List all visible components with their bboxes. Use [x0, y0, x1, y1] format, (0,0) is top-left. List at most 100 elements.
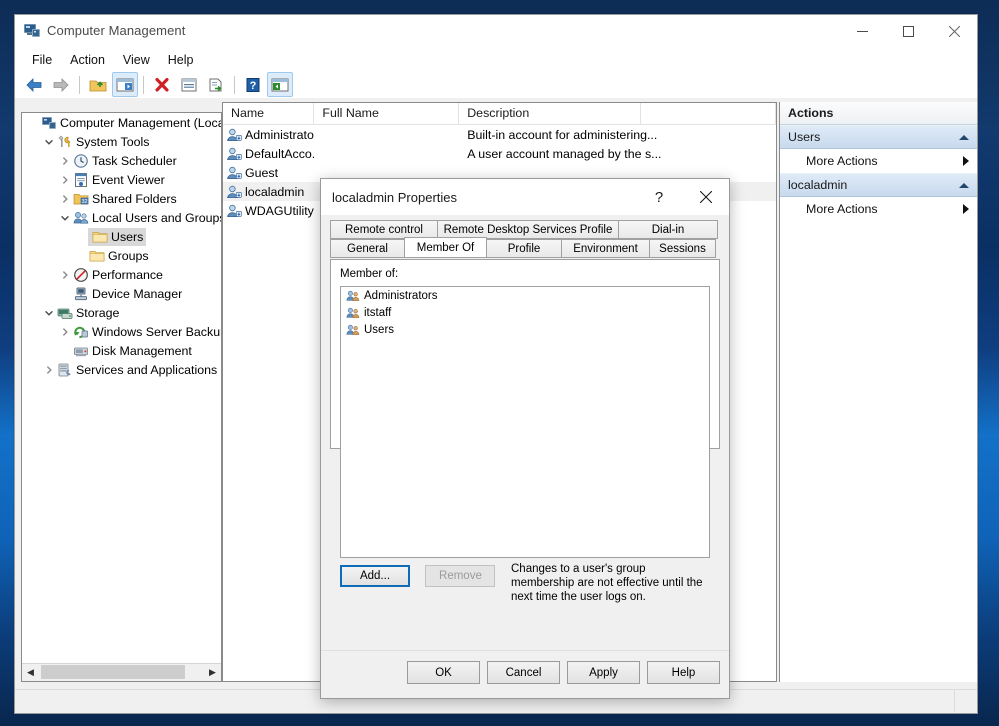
folder-icon	[91, 229, 108, 245]
apply-button[interactable]: Apply	[567, 661, 640, 684]
add-button[interactable]: Add...	[340, 565, 410, 587]
tree-item-label: Storage	[76, 305, 120, 320]
tree-horizontal-scrollbar[interactable]: ◀ ▶	[22, 663, 221, 681]
tree-item-system-tools[interactable]: System Tools	[22, 132, 221, 151]
actions-group-label: localadmin	[788, 178, 848, 192]
table-row[interactable]: DefaultAcco... A user account managed by …	[223, 144, 776, 163]
dialog-footer-buttons: OK Cancel Apply Help	[407, 661, 720, 684]
close-button[interactable]	[931, 15, 977, 47]
scroll-left-arrow[interactable]: ◀	[22, 664, 39, 681]
tab-row-bottom: General Member Of Profile Environment Sessio…	[330, 237, 720, 258]
collapse-up-icon[interactable]	[959, 134, 969, 140]
tree-item-performance[interactable]: Performance	[22, 265, 221, 284]
chevron-down-icon[interactable]	[42, 137, 56, 147]
column-header-full-name[interactable]: Full Name	[314, 103, 460, 124]
tab-general[interactable]: General	[330, 239, 405, 258]
tree-item-groups[interactable]: Groups	[22, 246, 221, 265]
collapse-up-icon[interactable]	[959, 182, 969, 188]
tree-item-label: Device Manager	[92, 286, 183, 301]
tree-item-storage[interactable]: Storage	[22, 303, 221, 322]
tree-item-windows-server-backup[interactable]: Windows Server Backup	[22, 322, 221, 341]
help-button[interactable]: Help	[647, 661, 720, 684]
tree-item-label: Groups	[108, 248, 149, 263]
action-item-more-actions[interactable]: More Actions	[780, 197, 977, 221]
tree-item-local-users-and-groups[interactable]: Local Users and Groups	[22, 208, 221, 227]
tree-item-services-and-applications[interactable]: Services and Applications	[22, 360, 221, 379]
dialog-help-icon[interactable]: ?	[641, 179, 677, 215]
menu-file[interactable]: File	[23, 50, 61, 70]
console-tree-pane: Computer Management (Local System Tools Ta…	[21, 112, 222, 682]
actions-group-header-users[interactable]: Users	[780, 125, 977, 149]
maximize-button[interactable]	[885, 15, 931, 47]
dialog-close-icon[interactable]	[683, 179, 729, 215]
tab-label: Remote Desktop Services Profile	[443, 223, 613, 236]
cell-name: WDAGUtility...	[223, 203, 314, 219]
actions-group-header-localadmin[interactable]: localadmin	[780, 173, 977, 197]
shared-folders-icon: 32	[72, 191, 89, 207]
tree-item-event-viewer[interactable]: Event Viewer	[22, 170, 221, 189]
chevron-down-icon[interactable]	[58, 213, 72, 223]
member-list-item[interactable]: Users	[341, 321, 709, 338]
show-hide-console-tree-icon[interactable]	[112, 72, 138, 97]
cell-name: Administrator	[223, 127, 314, 143]
properties-icon[interactable]	[176, 72, 202, 97]
tab-sessions[interactable]: Sessions	[649, 239, 716, 258]
table-row[interactable]: Administrator Built-in account for admini…	[223, 125, 776, 144]
chevron-down-icon[interactable]	[42, 308, 56, 318]
menu-help[interactable]: Help	[159, 50, 203, 70]
member-of-list[interactable]: Administrators itstaff Users	[340, 286, 710, 558]
back-icon[interactable]	[21, 72, 47, 97]
forward-icon[interactable]	[48, 72, 74, 97]
delete-icon[interactable]	[149, 72, 175, 97]
tree-item-users[interactable]: Users	[22, 227, 221, 246]
ok-button[interactable]: OK	[407, 661, 480, 684]
show-hide-action-pane-icon[interactable]	[267, 72, 293, 97]
action-item-more-actions[interactable]: More Actions	[780, 149, 977, 173]
tree-item-label: Shared Folders	[92, 191, 177, 206]
chevron-right-icon[interactable]	[42, 365, 56, 375]
console-tree[interactable]: Computer Management (Local System Tools Ta…	[22, 113, 221, 664]
tree-item-device-manager[interactable]: Device Manager	[22, 284, 221, 303]
disk-icon	[72, 343, 89, 359]
user-icon	[226, 165, 242, 181]
tree-item-task-scheduler[interactable]: Task Scheduler	[22, 151, 221, 170]
cell-name: DefaultAcco...	[223, 146, 314, 162]
scrollbar-track[interactable]	[39, 664, 204, 681]
tree-item-shared-folders[interactable]: 32 Shared Folders	[22, 189, 221, 208]
tree-item-computer-management-local[interactable]: Computer Management (Local	[22, 113, 221, 132]
clock-icon	[72, 153, 89, 169]
chevron-right-icon[interactable]	[58, 175, 72, 185]
column-header-name[interactable]: Name	[223, 103, 315, 124]
chevron-right-icon[interactable]	[58, 327, 72, 337]
tab-profile[interactable]: Profile	[486, 239, 562, 258]
help-icon[interactable]: ?	[240, 72, 266, 97]
chevron-right-icon[interactable]	[58, 156, 72, 166]
resize-grip[interactable]	[954, 690, 977, 712]
column-header-blank[interactable]	[641, 103, 776, 124]
minimize-button[interactable]	[839, 15, 885, 47]
member-list-item[interactable]: Administrators	[341, 287, 709, 304]
menu-action[interactable]: Action	[61, 50, 114, 70]
device-manager-icon	[72, 286, 89, 302]
toolbar-separator	[143, 75, 144, 94]
group-icon	[346, 323, 360, 337]
scroll-right-arrow[interactable]: ▶	[204, 664, 221, 681]
tab-dial-in[interactable]: Dial-in	[618, 220, 718, 239]
tree-item-label: Performance	[92, 267, 163, 282]
up-folder-icon[interactable]	[85, 72, 111, 97]
tree-item-disk-management[interactable]: Disk Management	[22, 341, 221, 360]
toolbar-separator	[79, 75, 80, 94]
chevron-right-icon[interactable]	[58, 194, 72, 204]
group-icon	[346, 306, 360, 320]
member-list-item[interactable]: itstaff	[341, 304, 709, 321]
tab-label: Environment	[573, 242, 638, 255]
column-header-description[interactable]: Description	[459, 103, 641, 124]
user-icon	[226, 146, 242, 162]
export-list-icon[interactable]	[203, 72, 229, 97]
menu-view[interactable]: View	[114, 50, 159, 70]
tab-environment[interactable]: Environment	[561, 239, 650, 258]
cancel-button[interactable]: Cancel	[487, 661, 560, 684]
chevron-right-icon[interactable]	[58, 270, 72, 280]
scrollbar-thumb[interactable]	[41, 665, 185, 679]
tab-member-of[interactable]: Member Of	[404, 237, 487, 258]
